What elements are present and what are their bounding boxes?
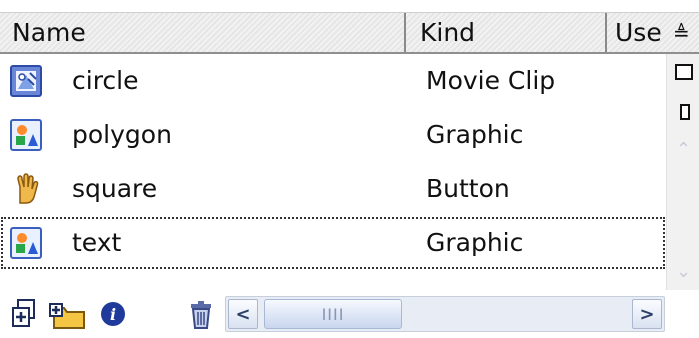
list-item-kind: Movie Clip bbox=[426, 66, 556, 95]
list-item-name: polygon bbox=[72, 120, 172, 149]
scroll-left-icon[interactable]: < bbox=[228, 299, 258, 329]
scroll-thumb[interactable]: IIII bbox=[264, 299, 402, 329]
list-item-name: square bbox=[72, 174, 158, 203]
library-list: circle Movie Clip polygon Graphic square… bbox=[0, 54, 666, 270]
sort-toggle-icon[interactable]: ≜ bbox=[667, 13, 699, 53]
horizontal-scrollbar[interactable]: < IIII > bbox=[225, 296, 665, 332]
list-item[interactable]: circle Movie Clip bbox=[0, 54, 666, 108]
list-item-kind: Graphic bbox=[426, 120, 524, 149]
scroll-down-icon[interactable]: ⌄ bbox=[669, 256, 698, 286]
list-item-name: circle bbox=[72, 66, 139, 95]
vertical-scrollbar[interactable]: ⌃ ⌄ bbox=[666, 54, 699, 290]
delete-icon[interactable] bbox=[186, 298, 216, 330]
column-header-kind[interactable]: Kind bbox=[408, 13, 607, 53]
svg-text:i: i bbox=[110, 305, 116, 324]
column-header-name[interactable]: Name bbox=[0, 13, 406, 53]
narrow-view-icon[interactable] bbox=[680, 104, 690, 120]
graphic-icon bbox=[10, 227, 42, 259]
list-item[interactable]: square Button bbox=[0, 162, 666, 216]
list-item-kind: Graphic bbox=[426, 228, 524, 257]
list-item-name: text bbox=[72, 228, 122, 257]
properties-icon[interactable]: i bbox=[98, 298, 128, 330]
list-item-selected[interactable]: text Graphic bbox=[0, 216, 666, 270]
list-item[interactable]: polygon Graphic bbox=[0, 108, 666, 162]
new-folder-icon[interactable] bbox=[48, 298, 88, 330]
graphic-icon bbox=[10, 119, 42, 151]
column-header-use[interactable]: Use bbox=[609, 13, 667, 53]
list-item-kind: Button bbox=[426, 174, 510, 203]
column-header: Name Kind Use ≜ bbox=[0, 12, 699, 54]
movie-clip-icon bbox=[10, 65, 42, 97]
scroll-up-icon[interactable]: ⌃ bbox=[669, 134, 698, 164]
maximize-square-icon[interactable] bbox=[675, 64, 693, 80]
library-panel: Name Kind Use ≜ circle Movie Clip polygo… bbox=[0, 0, 699, 338]
scroll-right-icon[interactable]: > bbox=[632, 299, 662, 329]
button-icon bbox=[17, 173, 39, 204]
new-symbol-icon[interactable] bbox=[10, 298, 40, 330]
